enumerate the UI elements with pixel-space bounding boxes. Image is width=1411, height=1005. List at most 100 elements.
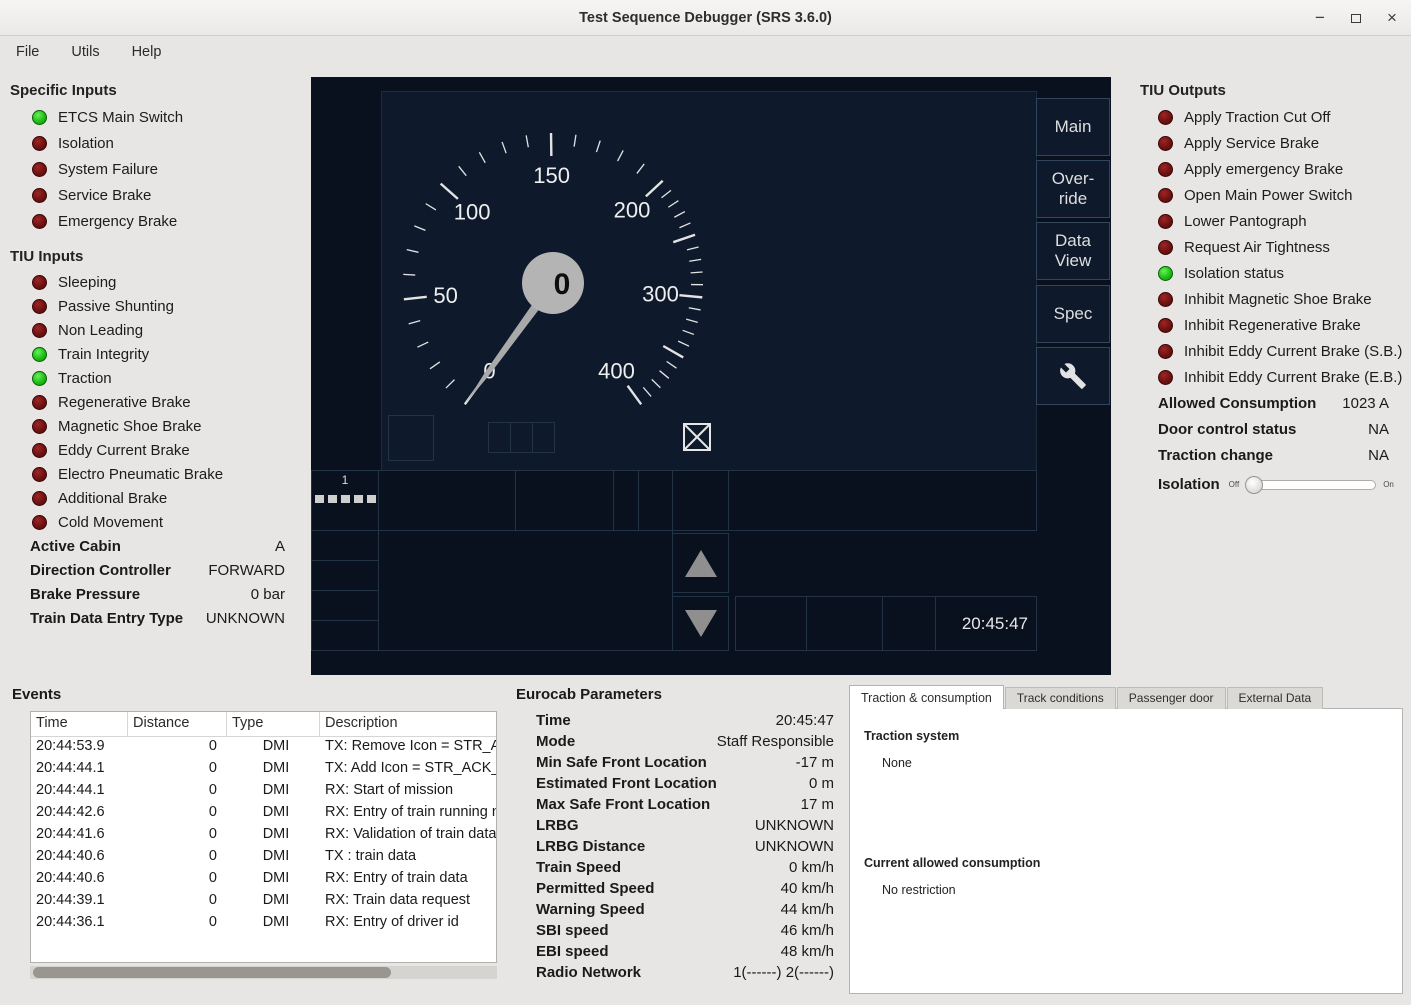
tab[interactable]: Track conditions	[1005, 687, 1116, 709]
column-header-time[interactable]: Time	[31, 712, 128, 736]
led-indicator[interactable]	[32, 188, 47, 203]
led-label: ETCS Main Switch	[58, 109, 183, 126]
output-led-row: Apply Service Brake	[1140, 130, 1403, 156]
led-label: Isolation status	[1184, 265, 1284, 282]
field-label: Allowed Consumption	[1158, 395, 1316, 412]
field-row: Train Data Entry Type UNKNOWN	[10, 606, 304, 630]
field-label: Door control status	[1158, 421, 1296, 438]
dmi-cell	[806, 596, 883, 651]
led-indicator[interactable]	[32, 214, 47, 229]
events-horizontal-scrollbar[interactable]	[30, 966, 497, 979]
field-value: FORWARD	[208, 562, 285, 579]
right-tabs: Traction & consumption Track conditions …	[849, 686, 1403, 994]
param-label: Warning Speed	[536, 901, 645, 918]
event-row[interactable]: 20:44:39.1 0 DMI RX: Train data request	[31, 891, 496, 913]
main-button[interactable]: Main	[1036, 98, 1110, 156]
led-indicator[interactable]	[32, 275, 47, 290]
event-distance: 0	[128, 847, 227, 869]
param-label: Permitted Speed	[536, 880, 654, 897]
dmi-cell	[311, 530, 379, 561]
param-row: Radio Network 1(------) 2(------)	[536, 962, 834, 983]
close-button[interactable]: ×	[1381, 7, 1403, 29]
output-led-row: Inhibit Magnetic Shoe Brake	[1140, 286, 1403, 312]
scrollbar-thumb[interactable]	[33, 967, 391, 978]
event-row[interactable]: 20:44:36.1 0 DMI RX: Entry of driver id	[31, 913, 496, 935]
event-row[interactable]: 20:44:44.1 0 DMI TX: Add Icon = STR_ACK_…	[31, 759, 496, 781]
column-header-type[interactable]: Type	[227, 712, 320, 736]
led-indicator[interactable]	[32, 491, 47, 506]
event-distance: 0	[128, 737, 227, 759]
param-value: UNKNOWN	[755, 817, 834, 834]
data-view-button[interactable]: Data View	[1036, 222, 1110, 280]
maximize-button[interactable]	[1345, 7, 1367, 29]
spec-button[interactable]: Spec	[1036, 285, 1110, 343]
event-time: 20:44:41.6	[31, 825, 128, 847]
led-indicator	[1158, 292, 1173, 307]
column-header-description[interactable]: Description	[320, 712, 496, 736]
param-value: 40 km/h	[781, 880, 834, 897]
eurocab-fields: Time 20:45:47 Mode Staff Responsible Min…	[536, 710, 834, 983]
tab[interactable]: Passenger door	[1117, 687, 1226, 709]
param-row: Warning Speed 44 km/h	[536, 899, 834, 920]
param-value: 44 km/h	[781, 901, 834, 918]
param-label: Train Speed	[536, 859, 621, 876]
dmi-cell	[311, 590, 379, 621]
column-header-distance[interactable]: Distance	[128, 712, 227, 736]
scroll-up-button[interactable]	[672, 533, 729, 593]
tab[interactable]: Traction & consumption	[849, 685, 1004, 709]
menu-file[interactable]: File	[14, 42, 41, 62]
input-led-row: Emergency Brake	[10, 208, 304, 234]
output-led-row: Open Main Power Switch	[1140, 182, 1403, 208]
event-row[interactable]: 20:44:53.9 0 DMI TX: Remove Icon = STR_A…	[31, 737, 496, 759]
param-value: UNKNOWN	[755, 838, 834, 855]
led-indicator[interactable]	[32, 162, 47, 177]
event-type: DMI	[227, 913, 320, 935]
event-time: 20:44:39.1	[31, 891, 128, 913]
menu-help[interactable]: Help	[130, 42, 164, 62]
led-indicator[interactable]	[32, 299, 47, 314]
led-indicator[interactable]	[32, 323, 47, 338]
isolation-slider-knob[interactable]	[1245, 476, 1263, 494]
event-row[interactable]: 20:44:42.6 0 DMI RX: Entry of train runn…	[31, 803, 496, 825]
led-indicator[interactable]	[32, 110, 47, 125]
tab-panel: Traction system None Current allowed con…	[849, 708, 1403, 994]
led-indicator[interactable]	[32, 515, 47, 530]
led-indicator[interactable]	[32, 371, 47, 386]
event-description: TX: Remove Icon = STR_AC	[320, 737, 496, 759]
event-distance: 0	[128, 825, 227, 847]
event-row[interactable]: 20:44:40.6 0 DMI RX: Entry of train data	[31, 869, 496, 891]
event-row[interactable]: 20:44:44.1 0 DMI RX: Start of mission	[31, 781, 496, 803]
led-indicator[interactable]	[32, 419, 47, 434]
led-indicator[interactable]	[32, 136, 47, 151]
led-label: Emergency Brake	[58, 213, 177, 230]
events-rows: 20:44:53.9 0 DMI TX: Remove Icon = STR_A…	[31, 737, 496, 935]
close-icon: ×	[1387, 8, 1397, 28]
scroll-down-button[interactable]	[672, 596, 729, 651]
led-indicator[interactable]	[32, 347, 47, 362]
dmi-cell	[728, 470, 1037, 531]
led-label: System Failure	[58, 161, 158, 178]
tiu-inputs-list: Sleeping Passive Shunting Non Leading Tr…	[10, 270, 304, 534]
led-indicator[interactable]	[32, 443, 47, 458]
input-led-row: Passive Shunting	[10, 294, 304, 318]
override-button[interactable]: Over-ride	[1036, 160, 1110, 218]
field-row: Allowed Consumption 1023 A	[1140, 390, 1403, 416]
event-description: RX: Validation of train data	[320, 825, 496, 847]
tiu-outputs-panel: TIU Outputs Apply Traction Cut Off Apply…	[1140, 80, 1403, 493]
event-time: 20:44:42.6	[31, 803, 128, 825]
led-label: Inhibit Regenerative Brake	[1184, 317, 1361, 334]
event-time: 20:44:40.6	[31, 869, 128, 891]
isolation-slider[interactable]	[1246, 480, 1376, 490]
led-indicator[interactable]	[32, 395, 47, 410]
event-type: DMI	[227, 891, 320, 913]
events-table: Time Distance Type Description 20:44:53.…	[30, 711, 497, 963]
settings-button[interactable]	[1036, 347, 1110, 405]
led-indicator[interactable]	[32, 467, 47, 482]
minimize-button[interactable]: −	[1309, 7, 1331, 29]
tab[interactable]: External Data	[1227, 687, 1324, 709]
event-row[interactable]: 20:44:41.6 0 DMI RX: Validation of train…	[31, 825, 496, 847]
dmi-cell	[735, 596, 807, 651]
svg-text:100: 100	[454, 199, 491, 224]
event-row[interactable]: 20:44:40.6 0 DMI TX : train data	[31, 847, 496, 869]
menu-utils[interactable]: Utils	[69, 42, 101, 62]
